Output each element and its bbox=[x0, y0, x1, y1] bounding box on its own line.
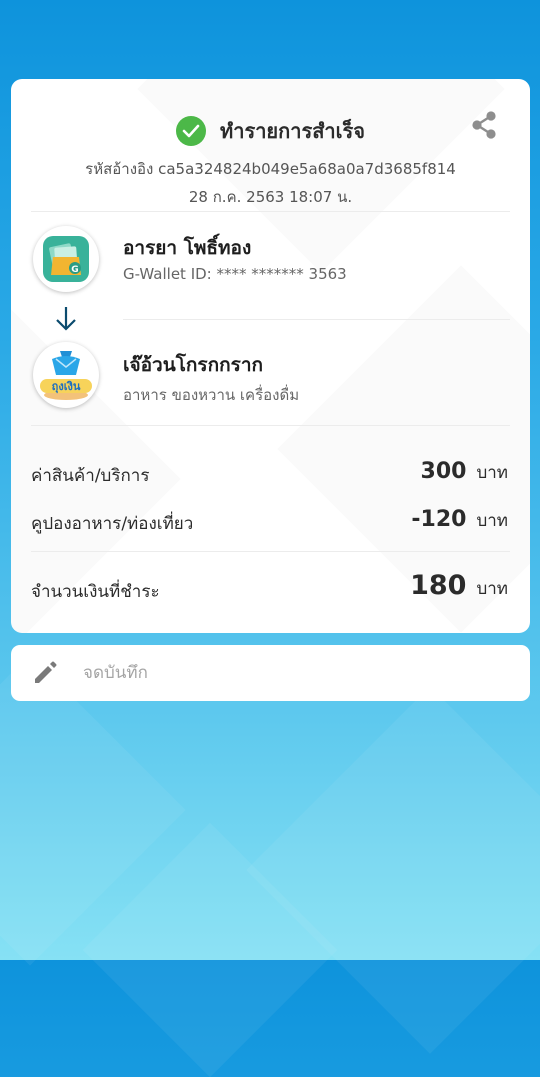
receiver-name: เจ๊อ้วนโกรกกราก bbox=[123, 354, 263, 376]
divider bbox=[123, 319, 510, 320]
receiver-category: อาหาร ของหวาน เครื่องดื่ม bbox=[123, 386, 300, 404]
divider bbox=[31, 425, 510, 426]
g-wallet-icon: G bbox=[43, 236, 89, 282]
goods-services-value: 300 บาท bbox=[421, 459, 508, 486]
divider bbox=[31, 551, 510, 552]
arrow-down-icon bbox=[54, 305, 78, 333]
receipt-card: ทำรายการสำเร็จ รหัสอ้างอิง ca5a324824b04… bbox=[11, 79, 530, 633]
check-circle-icon bbox=[176, 116, 207, 146]
status-title: ทำรายการสำเร็จ bbox=[220, 119, 365, 143]
divider bbox=[31, 211, 510, 212]
transaction-datetime: 28 ก.ค. 2563 18:07 น. bbox=[188, 188, 353, 206]
receiver-avatar: ถุงเงิน bbox=[33, 342, 99, 408]
coupon-label: คูปองอาหาร/ท่องเที่ยว bbox=[31, 514, 194, 534]
sender-name: อารยา โพธิ์ทอง bbox=[123, 237, 252, 259]
reference-id: รหัสอ้างอิง ca5a324824b049e5a68a0a7d3685… bbox=[85, 160, 456, 178]
total-amount: 180 bbox=[410, 570, 467, 601]
coupon-value: -120 บาท bbox=[411, 507, 508, 534]
currency-unit: บาท bbox=[476, 463, 508, 483]
coupon-amount: -120 bbox=[411, 507, 467, 532]
total-label: จำนวนเงินที่ชำระ bbox=[31, 582, 160, 602]
logo-text: ถุงเงิน bbox=[52, 380, 81, 394]
currency-unit: บาท bbox=[476, 511, 508, 531]
share-icon[interactable] bbox=[469, 110, 499, 140]
goods-services-label: ค่าสินค้า/บริการ bbox=[31, 466, 150, 486]
thung-ngoen-logo: ถุงเงิน bbox=[40, 351, 92, 400]
svg-text:G: G bbox=[71, 265, 78, 275]
goods-services-amount: 300 bbox=[420, 459, 467, 484]
total-value: 180 บาท bbox=[410, 570, 508, 602]
background-pattern bbox=[246, 686, 540, 1054]
note-input[interactable] bbox=[81, 662, 465, 684]
sender-wallet-id: G-Wallet ID: **** ******* 3563 bbox=[123, 265, 347, 283]
currency-unit: บาท bbox=[476, 579, 508, 599]
sender-avatar: G bbox=[33, 226, 99, 292]
pencil-icon bbox=[35, 661, 57, 683]
note-bar[interactable] bbox=[11, 645, 530, 701]
status-row: ทำรายการสำเร็จ bbox=[11, 115, 530, 147]
